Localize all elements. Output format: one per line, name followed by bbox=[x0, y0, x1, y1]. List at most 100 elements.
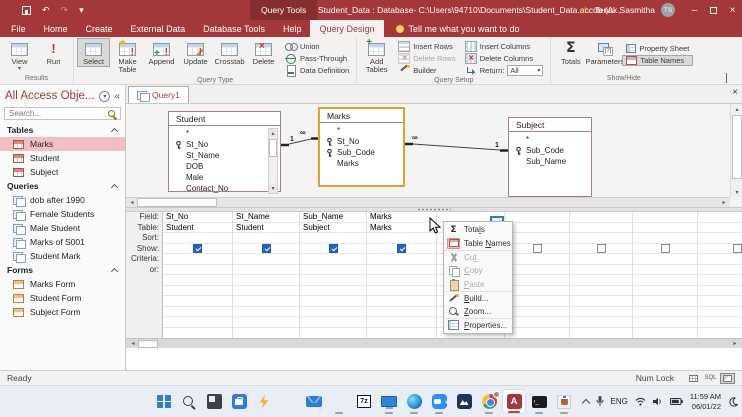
grid-horizontal-scrollbar[interactable]: ◂ ▸ bbox=[126, 338, 742, 348]
sidebar-item-subject-form[interactable]: Subject Form bbox=[0, 305, 125, 319]
taskbar-media-icon[interactable] bbox=[452, 389, 476, 414]
maximize-button[interactable] bbox=[704, 0, 723, 20]
taskbar-display-icon[interactable] bbox=[377, 389, 401, 414]
union-button[interactable]: Union bbox=[281, 41, 353, 52]
grid-cell[interactable] bbox=[505, 307, 569, 318]
add-tables-button[interactable]: + Add Tables bbox=[360, 38, 393, 76]
language-indicator[interactable]: ENG bbox=[611, 397, 628, 406]
battery-icon[interactable] bbox=[670, 398, 683, 405]
grid-cell[interactable] bbox=[163, 286, 232, 297]
run-button[interactable]: ! Run bbox=[37, 38, 70, 67]
grid-column-4[interactable]: MarksMarks bbox=[367, 212, 437, 338]
grid-cell[interactable] bbox=[300, 254, 366, 265]
scroll-thumb[interactable] bbox=[732, 115, 742, 179]
grid-column-8[interactable] bbox=[633, 212, 698, 338]
taskbar-mail-icon[interactable] bbox=[302, 389, 326, 414]
scroll-left-icon[interactable]: ◂ bbox=[128, 339, 138, 348]
menu-item-help[interactable]: Help bbox=[274, 20, 311, 37]
show-checkbox[interactable] bbox=[533, 244, 542, 253]
taskbar-start-icon[interactable] bbox=[152, 389, 176, 414]
taskbar-store-icon[interactable] bbox=[227, 389, 251, 414]
design-horizontal-scrollbar[interactable]: ◂ ▸ bbox=[126, 197, 730, 207]
field-row-sub-code[interactable]: Sub_Code bbox=[514, 145, 589, 156]
show-checkbox[interactable] bbox=[193, 244, 202, 253]
select-button[interactable]: Select bbox=[77, 38, 110, 67]
grid-cell[interactable]: Subject bbox=[300, 223, 366, 234]
sidebar-item-student-mark[interactable]: Student Mark bbox=[0, 249, 125, 263]
grid-cell[interactable] bbox=[570, 296, 632, 307]
sidebar-item-marks-form[interactable]: Marks Form bbox=[0, 277, 125, 291]
grid-cell[interactable]: Sub_Name bbox=[300, 212, 366, 223]
grid-cell[interactable] bbox=[698, 244, 742, 255]
builder-button[interactable]: Builder bbox=[394, 65, 460, 76]
grid-cell[interactable] bbox=[698, 254, 742, 265]
grid-cell[interactable] bbox=[367, 286, 436, 297]
sidebar-item-marks[interactable]: Marks bbox=[0, 137, 125, 151]
grid-cell[interactable] bbox=[570, 317, 632, 328]
grid-cell[interactable]: Student bbox=[163, 223, 232, 234]
show-checkbox[interactable] bbox=[329, 244, 338, 253]
grid-cell[interactable] bbox=[505, 233, 569, 244]
field-row-sub-name[interactable]: Sub_Name bbox=[514, 156, 589, 167]
search-icon[interactable] bbox=[108, 110, 115, 117]
scroll-right-icon[interactable]: ▸ bbox=[719, 198, 729, 207]
speaker-icon[interactable] bbox=[653, 397, 663, 406]
menu-item-database-tools[interactable]: Database Tools bbox=[194, 20, 274, 37]
scroll-thumb[interactable] bbox=[269, 139, 277, 157]
grid-cell[interactable] bbox=[570, 275, 632, 286]
grid-cell[interactable] bbox=[698, 317, 742, 328]
scroll-down-icon[interactable]: ▾ bbox=[269, 184, 277, 193]
grid-cell[interactable] bbox=[367, 265, 436, 276]
grid-cell[interactable] bbox=[233, 265, 299, 276]
scroll-up-icon[interactable]: ▴ bbox=[732, 104, 742, 114]
grid-cell[interactable] bbox=[698, 296, 742, 307]
return-control[interactable]: Return: All ▾ bbox=[461, 65, 548, 76]
field-row-dob[interactable]: DOB bbox=[174, 161, 278, 172]
collapse-ribbon-icon[interactable] bbox=[726, 74, 736, 82]
grid-cell[interactable] bbox=[300, 244, 366, 255]
warning-icon[interactable]: ⚠ bbox=[581, 5, 589, 16]
scroll-thumb[interactable] bbox=[137, 198, 217, 207]
grid-cell[interactable] bbox=[633, 317, 697, 328]
totals-button[interactable]: Σ Totals bbox=[554, 38, 587, 67]
minimize-button[interactable]: – bbox=[685, 0, 704, 20]
design-vertical-scrollbar[interactable]: ▴ ▾ bbox=[730, 104, 742, 197]
return-select[interactable]: All ▾ bbox=[507, 65, 543, 76]
tell-me-box[interactable]: Tell me what you want to do bbox=[384, 20, 532, 37]
grid-cell[interactable] bbox=[300, 307, 366, 318]
scroll-down-icon[interactable]: ▾ bbox=[732, 187, 742, 197]
grid-cell[interactable] bbox=[698, 233, 742, 244]
tray-overflow-icon[interactable] bbox=[581, 399, 589, 407]
grid-cell[interactable] bbox=[300, 275, 366, 286]
menu-item-external-data[interactable]: External Data bbox=[122, 20, 195, 37]
taskbar-java-icon[interactable] bbox=[552, 389, 576, 414]
grid-cell[interactable] bbox=[163, 254, 232, 265]
field-row-marks[interactable]: Marks bbox=[325, 158, 401, 169]
grid-cell[interactable] bbox=[233, 275, 299, 286]
grid-cell[interactable] bbox=[367, 275, 436, 286]
tab-query1[interactable]: Query1 bbox=[128, 86, 189, 103]
shutter-bar-icon[interactable]: « bbox=[114, 91, 120, 102]
menu-item-home[interactable]: Home bbox=[35, 20, 77, 37]
sidebar-item-female-students[interactable]: Female Students bbox=[0, 207, 125, 221]
grid-cell[interactable] bbox=[163, 307, 232, 318]
grid-column-2[interactable]: St_NameStudent bbox=[233, 212, 300, 338]
field-row-contact-no[interactable]: Contact_No bbox=[174, 183, 278, 194]
grid-cell[interactable] bbox=[698, 286, 742, 297]
nav-search-box[interactable] bbox=[4, 107, 121, 120]
menu-item-create[interactable]: Create bbox=[77, 20, 122, 37]
grid-cell[interactable] bbox=[163, 244, 232, 255]
data-definition-button[interactable]: Data Definition bbox=[281, 65, 353, 76]
field-row-male[interactable]: Male bbox=[174, 172, 278, 183]
grid-cell[interactable] bbox=[367, 233, 436, 244]
context-menu-item-build[interactable]: Build... bbox=[444, 291, 512, 305]
sidebar-section-forms[interactable]: Forms bbox=[0, 263, 125, 277]
taskbar-chrome-icon[interactable] bbox=[477, 389, 501, 414]
sidebar-item-male-student[interactable]: Male Student bbox=[0, 221, 125, 235]
insert-rows-button[interactable]: Insert Rows bbox=[394, 41, 460, 52]
grid-cell[interactable] bbox=[698, 223, 742, 234]
search-input[interactable] bbox=[5, 109, 108, 118]
grid-cell[interactable] bbox=[505, 212, 569, 223]
taskbar-file-explorer-icon[interactable] bbox=[327, 389, 351, 414]
show-checkbox[interactable] bbox=[262, 244, 271, 253]
